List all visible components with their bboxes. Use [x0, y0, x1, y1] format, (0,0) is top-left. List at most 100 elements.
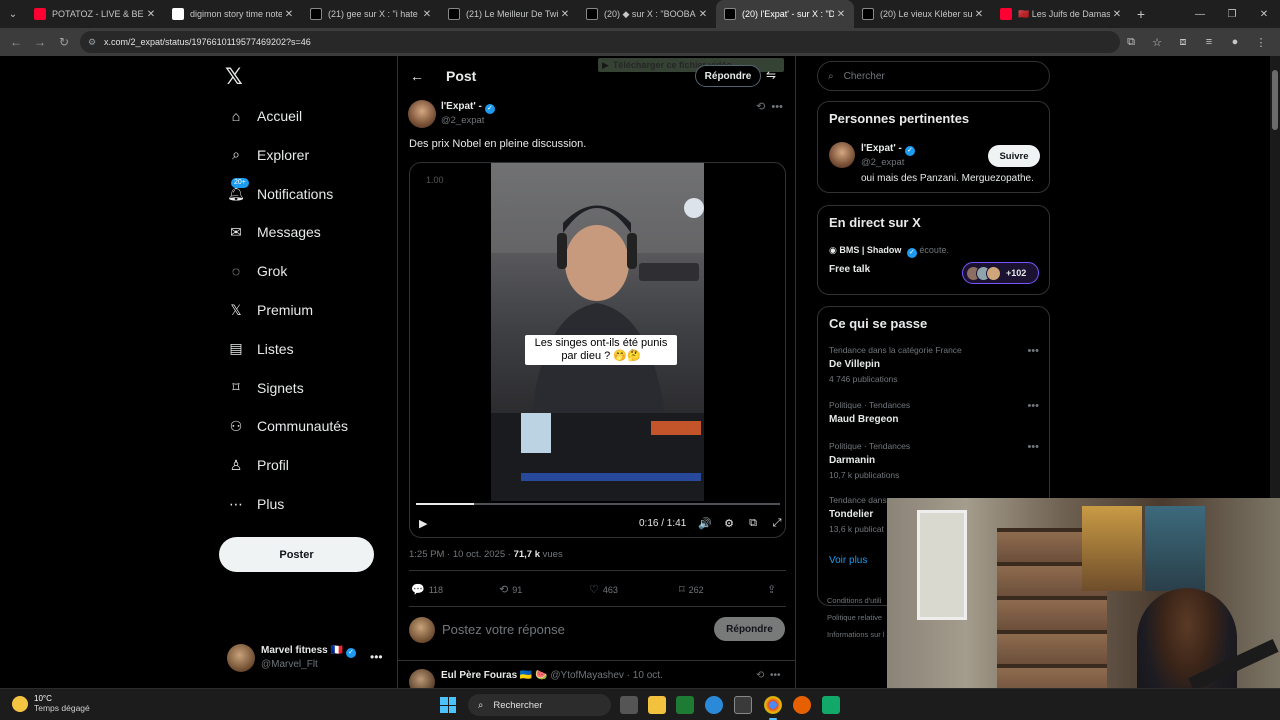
nav-item-notifications[interactable]: 🔔︎ 20+ Notifications: [227, 177, 333, 207]
settings-gear-icon[interactable]: ⚙: [717, 517, 741, 530]
follow-button[interactable]: Suivre: [988, 145, 1040, 167]
site-info-icon[interactable]: ⚙: [88, 37, 104, 48]
tab-close-icon[interactable]: ✕: [1110, 9, 1124, 20]
reply-submit-button[interactable]: Répondre: [714, 617, 785, 641]
task-view-icon[interactable]: [620, 696, 638, 714]
relevant-avatar[interactable]: [829, 142, 855, 168]
tab-close-icon[interactable]: ✕: [144, 9, 158, 20]
xbox-icon[interactable]: [676, 696, 694, 714]
trend-item[interactable]: Tendance dans la catégorie France De Vill…: [829, 345, 1039, 384]
browser-tab[interactable]: (21) Le Meilleur De Twitch✕: [440, 0, 578, 28]
start-button-icon[interactable]: [440, 697, 456, 713]
video-player[interactable]: 1.00 Les singes ont-ils été punis par di…: [409, 162, 786, 538]
profile-avatar-icon[interactable]: ●: [1222, 36, 1248, 48]
address-bar[interactable]: ⚙ x.com/2_expat/status/19766101195774692…: [80, 31, 1120, 53]
scrollbar-thumb[interactable]: [1272, 70, 1278, 130]
live-space-title[interactable]: Free talk: [829, 264, 870, 275]
tab-close-icon[interactable]: ✕: [696, 9, 710, 20]
post-timestamp[interactable]: 1:25 PM · 10 oct. 2025 ·: [409, 549, 514, 560]
nav-item-listes[interactable]: ▤ Listes: [227, 336, 293, 362]
bookmark-star-icon[interactable]: ☆: [1144, 36, 1170, 49]
footer-link[interactable]: Politique relative: [827, 609, 885, 626]
browser-tab[interactable]: (20) ◆ sur X : "BOOBA a ✕: [578, 0, 716, 28]
nav-item-accueil[interactable]: ⌂ Accueil: [227, 103, 302, 129]
browser-tab[interactable]: digimon story time note j ✕: [164, 0, 302, 28]
chrome-icon[interactable]: [764, 696, 782, 720]
trend-item[interactable]: Politique · Tendances Darmanin 10,7 k publ…: [829, 441, 1039, 480]
nav-item-explorer[interactable]: ⌕ Explorer: [227, 142, 309, 168]
browser-tab[interactable]: POTATOZ - LIVE & BEST-C✕: [26, 0, 164, 28]
author-name[interactable]: l'Expat' -: [441, 101, 482, 112]
play-icon[interactable]: ▶: [419, 517, 427, 530]
relevant-name[interactable]: l'Expat' -: [861, 143, 902, 154]
nav-item-plus[interactable]: ⋯ Plus: [227, 491, 284, 517]
grok-explain-icon[interactable]: ⟲: [756, 670, 764, 681]
taskbar-search[interactable]: ⌕ Rechercher: [468, 694, 611, 716]
browser-tab[interactable]: (20) l'Expat' - sur X : "Des✕: [716, 0, 854, 28]
file-explorer-icon[interactable]: [648, 696, 666, 714]
footer-link[interactable]: Conditions d'utili: [827, 592, 885, 609]
grok-explain-icon[interactable]: ⟲: [756, 101, 765, 113]
nav-item-signets[interactable]: ⌑ Signets: [227, 375, 303, 401]
browser-tab[interactable]: 🇲🇦 Les Juifs de Damas : ✕: [992, 0, 1130, 28]
reply-author-name[interactable]: Eul Père Fouras 🇺🇦 🍉: [441, 670, 548, 681]
back-button[interactable]: ←: [4, 35, 28, 49]
bookmark-action[interactable]: ⌑ 262: [679, 583, 704, 596]
firefox-icon[interactable]: [793, 696, 811, 714]
tab-close-icon[interactable]: ✕: [282, 9, 296, 20]
browser-menu-icon[interactable]: ⋮: [1248, 36, 1274, 49]
live-host[interactable]: ◉ BMS | Shadow ✓ écoute.: [829, 245, 949, 258]
tab-close-icon[interactable]: ✕: [834, 9, 848, 20]
store-icon[interactable]: [734, 696, 752, 714]
trend-more-icon[interactable]: •••: [1027, 345, 1039, 357]
tab-close-icon[interactable]: ✕: [558, 9, 572, 20]
new-tab-button[interactable]: +: [1130, 6, 1152, 22]
picture-in-picture-icon[interactable]: ⧉: [741, 517, 765, 530]
reply-header-button[interactable]: Répondre: [695, 65, 761, 87]
extensions-icon[interactable]: ⧈: [1170, 36, 1196, 49]
video-frame[interactable]: [491, 163, 704, 501]
close-window-button[interactable]: ✕: [1248, 0, 1280, 28]
nav-item-messages[interactable]: ✉ Messages: [227, 219, 321, 245]
back-arrow-icon[interactable]: ←: [410, 68, 424, 84]
reply-author-handle[interactable]: @YtofMayashev · 10 oct.: [550, 670, 662, 681]
reload-button[interactable]: ↻: [52, 35, 76, 49]
live-listeners-badge[interactable]: +102: [962, 262, 1039, 284]
restore-button[interactable]: ❐: [1216, 0, 1248, 28]
relevant-handle[interactable]: @2_expat: [861, 157, 904, 168]
nav-item-premium[interactable]: 𝕏 Premium: [227, 297, 313, 323]
account-more-icon[interactable]: •••: [370, 650, 383, 664]
browser-tab[interactable]: (21) gee sur X : "i hate the✕: [302, 0, 440, 28]
repost-action[interactable]: ⟲ 91: [499, 583, 522, 596]
browser-tab[interactable]: (20) Le vieux Kléber sur X✕: [854, 0, 992, 28]
x-logo-icon[interactable]: 𝕏: [225, 64, 243, 90]
footer-link[interactable]: Informations sur l: [827, 626, 885, 643]
share-action[interactable]: ⇪: [767, 583, 780, 596]
author-avatar[interactable]: [408, 100, 436, 128]
nav-item-communautés[interactable]: ⚇ Communautés: [227, 413, 348, 439]
media-controls-icon[interactable]: ≡: [1196, 36, 1222, 48]
post-more-icon[interactable]: •••: [771, 101, 783, 113]
tab-close-icon[interactable]: ✕: [420, 9, 434, 20]
nav-item-profil[interactable]: ♙ Profil: [227, 452, 289, 478]
trend-more-icon[interactable]: •••: [1027, 441, 1039, 453]
trend-more-icon[interactable]: •••: [1027, 400, 1039, 412]
reply-settings-icon[interactable]: ⇋: [766, 68, 776, 82]
volume-icon[interactable]: 🔊: [693, 517, 717, 530]
install-app-icon[interactable]: ⧉: [1118, 36, 1144, 49]
fullscreen-icon[interactable]: ⤢: [765, 517, 785, 530]
reply-input[interactable]: Postez votre réponse: [442, 622, 565, 637]
reply-action[interactable]: 💬 118: [411, 583, 443, 596]
post-button[interactable]: Poster: [219, 537, 374, 572]
author-handle[interactable]: @2_expat: [441, 115, 484, 126]
app-icon[interactable]: [822, 696, 840, 714]
see-more-link[interactable]: Voir plus: [829, 555, 867, 566]
account-switcher[interactable]: Marvel fitness 🇫🇷 ✓ @Marvel_Flt •••: [225, 642, 395, 674]
nav-item-grok[interactable]: ◌ Grok: [227, 258, 288, 284]
video-progress-bar[interactable]: [416, 503, 780, 505]
tab-search-button[interactable]: ⌄: [0, 0, 26, 28]
weather-widget[interactable]: 10°C Temps dégagé: [12, 694, 90, 713]
edge-icon[interactable]: [705, 696, 723, 714]
like-action[interactable]: ♡ 463: [589, 583, 618, 596]
forward-button[interactable]: →: [28, 35, 52, 49]
